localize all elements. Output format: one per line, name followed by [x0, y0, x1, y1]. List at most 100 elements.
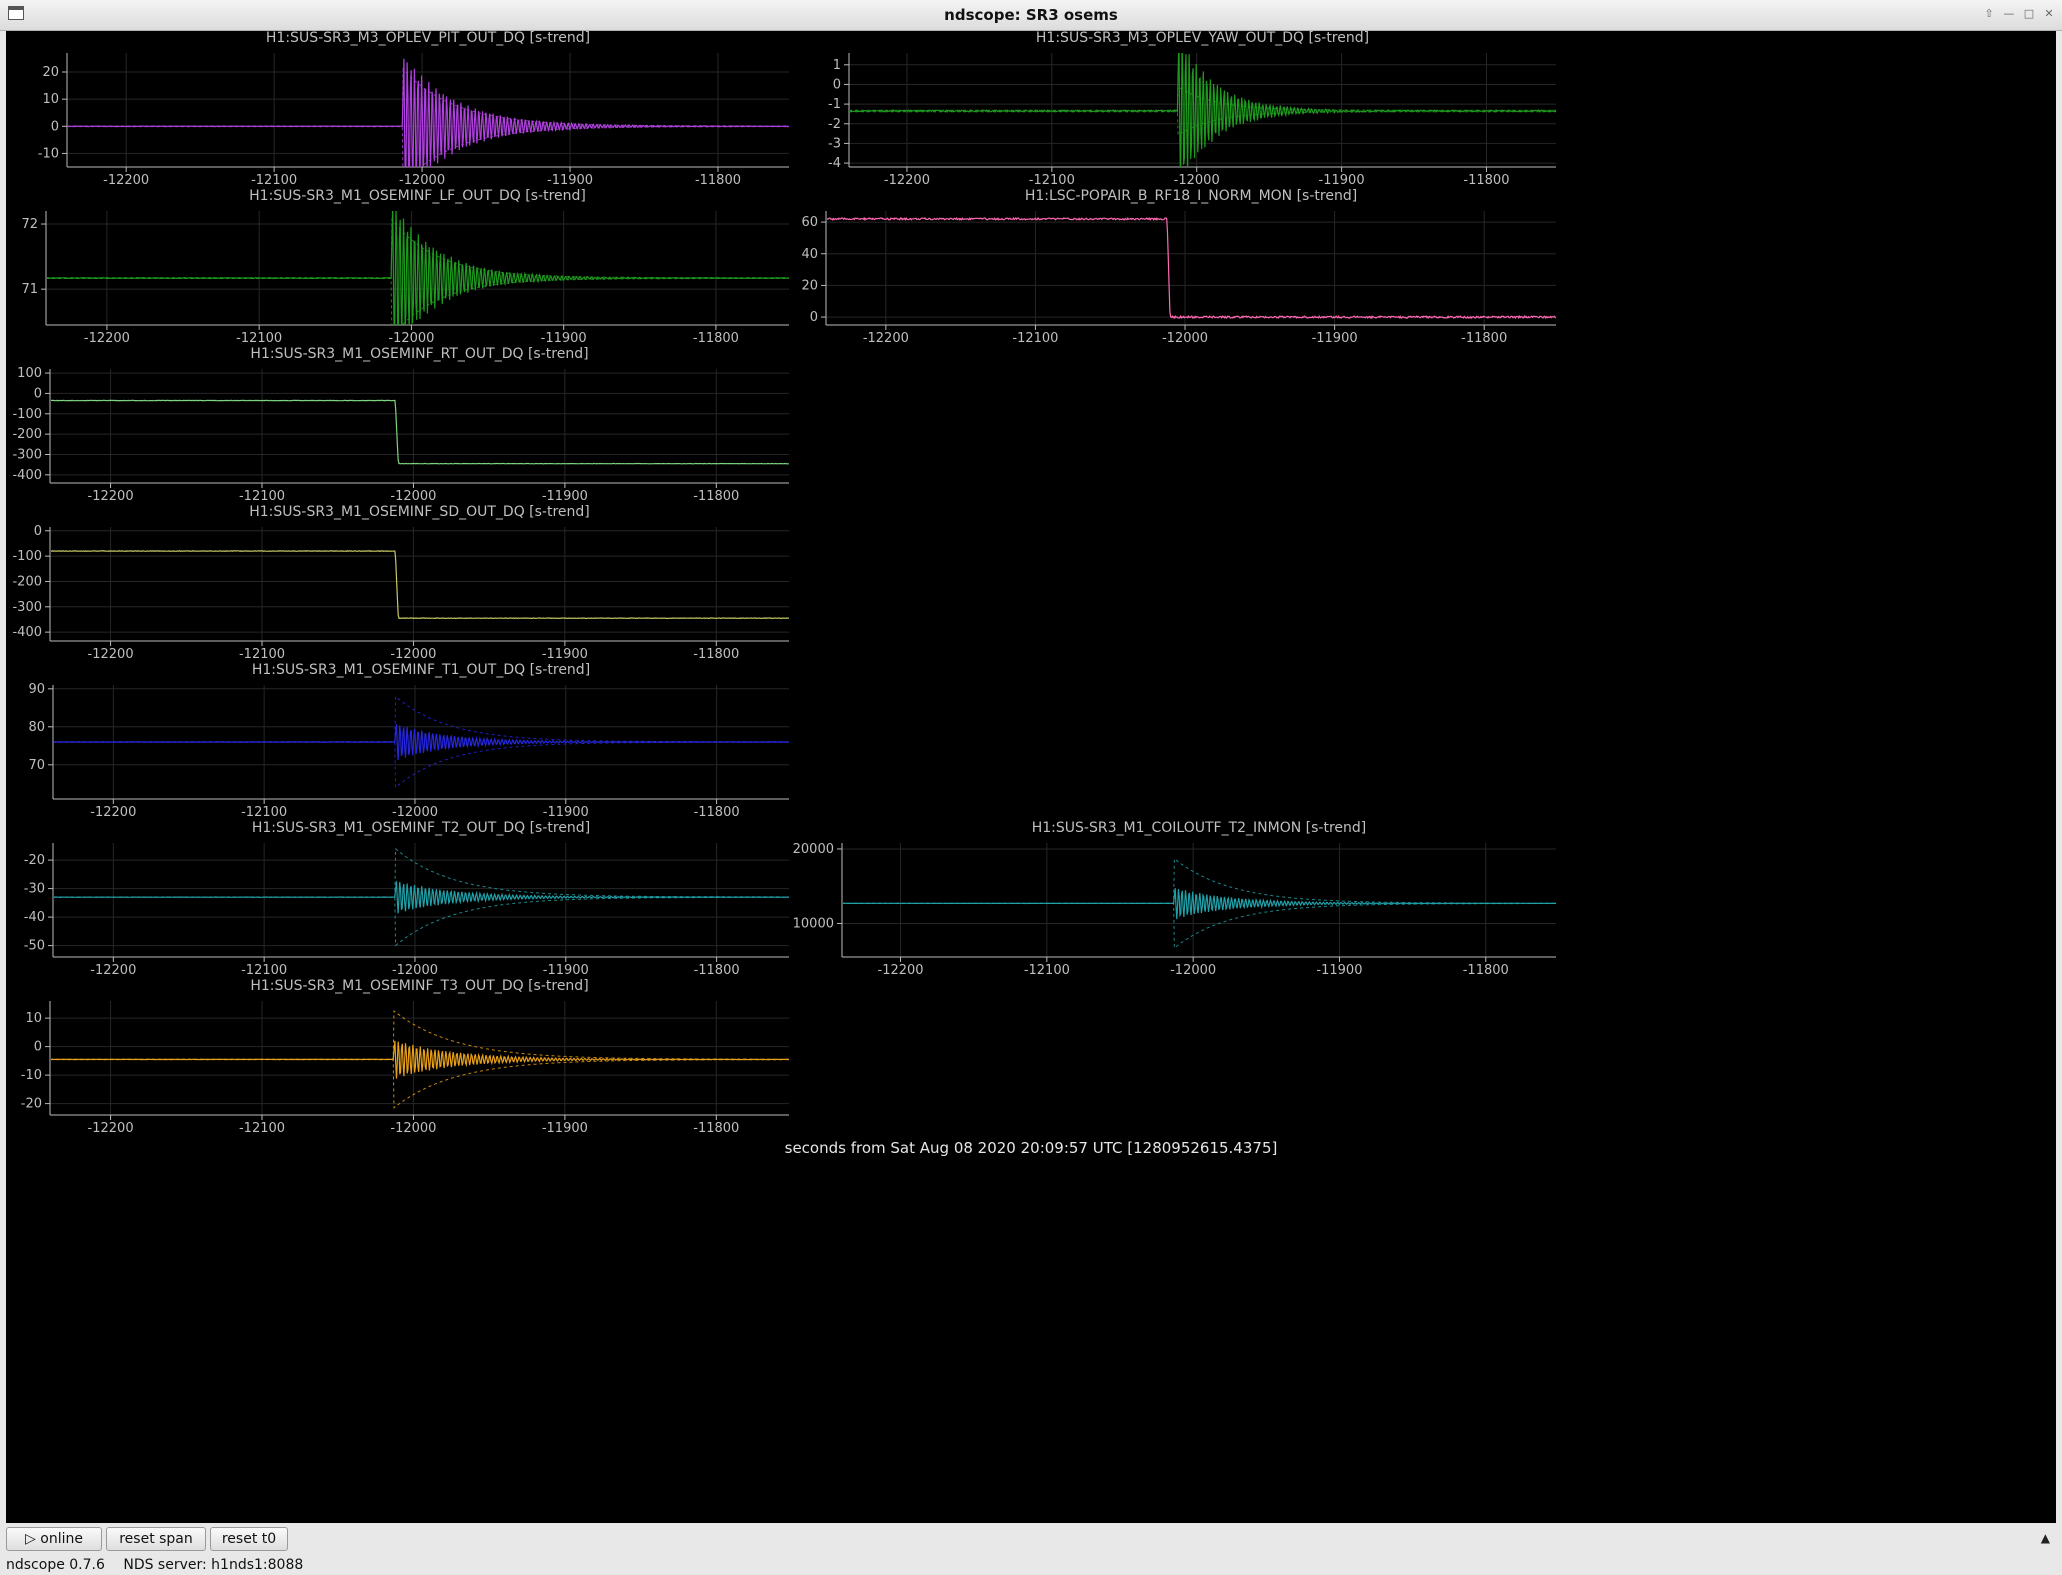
- x-tick-label: -11800: [1463, 963, 1509, 978]
- window-title: ndscope: SR3 osems: [944, 6, 1118, 24]
- series-line: [850, 53, 1556, 167]
- series-group: [47, 211, 789, 325]
- x-tick-label: -12100: [236, 331, 282, 346]
- x-tick-label: -12000: [1170, 963, 1216, 978]
- x-tick-label: -11800: [693, 1121, 739, 1136]
- x-tick-label: -12100: [239, 489, 285, 504]
- maximize-icon[interactable]: □: [2022, 7, 2036, 21]
- control-bar: ▷ online reset span reset t0 ▲ ndscope 0…: [0, 1523, 2062, 1575]
- y-tick-label: 71: [21, 282, 38, 297]
- x-tick-label: -11900: [542, 1121, 588, 1136]
- y-tick-label: 90: [28, 682, 45, 697]
- chart-title: H1:SUS-SR3_M1_OSEMINF_T3_OUT_DQ [s-trend…: [250, 978, 588, 994]
- series-line: [47, 211, 789, 325]
- y-tick-label: -10: [38, 146, 59, 161]
- x-tick-label: -11900: [547, 173, 593, 188]
- x-tick-label: -12100: [1029, 173, 1075, 188]
- y-tick-label: -100: [12, 407, 42, 422]
- series-line: [54, 881, 789, 914]
- y-tick-label: -10: [21, 1068, 42, 1083]
- x-tick-label: -11900: [1312, 331, 1358, 346]
- y-tick-label: -20: [24, 853, 45, 868]
- y-tick-label: -3: [828, 136, 841, 151]
- y-tick-label: -30: [24, 882, 45, 897]
- chart-panel: H1:SUS-SR3_M1_COILOUTF_T2_INMON [s-trend…: [793, 820, 1556, 978]
- chart-panel: H1:SUS-SR3_M1_OSEMINF_LF_OUT_DQ [s-trend…: [21, 188, 789, 346]
- y-tick-label: -4: [828, 156, 841, 171]
- chart-title: H1:LSC-POPAIR_B_RF18_I_NORM_MON [s-trend…: [1025, 188, 1357, 204]
- x-tick-label: -11800: [693, 489, 739, 504]
- x-tick-label: -12200: [103, 173, 149, 188]
- series-min-envelope: [54, 896, 789, 947]
- series-line: [51, 550, 789, 620]
- y-tick-label: 0: [51, 119, 59, 134]
- x-tick-label: -12000: [1174, 173, 1220, 188]
- online-button[interactable]: ▷ online: [6, 1527, 102, 1551]
- y-tick-label: -50: [24, 939, 45, 954]
- plot-area[interactable]: H1:SUS-SR3_M3_OPLEV_PIT_OUT_DQ [s-trend]…: [6, 31, 2056, 1523]
- x-tick-label: -12200: [90, 963, 136, 978]
- chart-title: H1:SUS-SR3_M1_OSEMINF_T1_OUT_DQ [s-trend…: [252, 662, 590, 678]
- chart-panel: H1:SUS-SR3_M3_OPLEV_PIT_OUT_DQ [s-trend]…: [38, 31, 789, 188]
- y-tick-label: -2: [828, 117, 841, 132]
- chart-title: H1:SUS-SR3_M3_OPLEV_PIT_OUT_DQ [s-trend]: [266, 31, 590, 46]
- x-tick-label: -12000: [1162, 331, 1208, 346]
- x-tick-label: -11900: [543, 805, 589, 820]
- plot-canvas[interactable]: H1:SUS-SR3_M3_OPLEV_PIT_OUT_DQ [s-trend]…: [6, 31, 2056, 1523]
- y-tick-label: 0: [810, 310, 818, 325]
- y-tick-label: 20000: [793, 842, 834, 857]
- x-tick-label: -11800: [694, 963, 740, 978]
- x-tick-label: -12000: [390, 489, 436, 504]
- chart-panel: H1:SUS-SR3_M1_OSEMINF_T1_OUT_DQ [s-trend…: [28, 662, 789, 820]
- x-tick-label: -12000: [392, 963, 438, 978]
- x-tick-label: -11800: [695, 173, 741, 188]
- chart-title: H1:SUS-SR3_M1_COILOUTF_T2_INMON [s-trend…: [1032, 820, 1367, 836]
- online-button-label: online: [40, 1531, 83, 1547]
- y-tick-label: -100: [12, 549, 42, 564]
- x-tick-label: -11900: [542, 489, 588, 504]
- x-tick-label: -12000: [390, 1121, 436, 1136]
- reset-t0-button[interactable]: reset t0: [210, 1527, 288, 1551]
- y-tick-label: -400: [12, 625, 42, 640]
- y-tick-label: -20: [21, 1097, 42, 1112]
- chart-title: H1:SUS-SR3_M1_OSEMINF_SD_OUT_DQ [s-trend…: [249, 504, 590, 520]
- x-axis-label: seconds from Sat Aug 08 2020 20:09:57 UT…: [785, 1139, 1278, 1157]
- y-tick-label: 40: [801, 247, 818, 262]
- series-line: [54, 724, 789, 761]
- chart-panel: H1:SUS-SR3_M1_OSEMINF_RT_OUT_DQ [s-trend…: [12, 346, 789, 504]
- y-tick-label: -200: [12, 574, 42, 589]
- x-tick-label: -11900: [541, 331, 587, 346]
- play-icon: ▷: [25, 1531, 36, 1547]
- chart-panel: H1:LSC-POPAIR_B_RF18_I_NORM_MON [s-trend…: [801, 188, 1556, 346]
- y-tick-label: 10: [25, 1011, 42, 1026]
- y-tick-label: 10: [42, 92, 59, 107]
- series-line: [843, 888, 1556, 920]
- y-tick-label: -1: [828, 97, 841, 112]
- status-bar: ndscope 0.7.6 NDS server: h1nds1:8088: [6, 1557, 317, 1573]
- y-tick-label: 0: [34, 386, 42, 401]
- y-tick-label: 1: [833, 58, 841, 73]
- x-tick-label: -11800: [694, 805, 740, 820]
- x-tick-label: -11900: [1316, 963, 1362, 978]
- x-tick-label: -11900: [543, 963, 589, 978]
- x-tick-label: -12200: [884, 173, 930, 188]
- y-tick-label: -200: [12, 427, 42, 442]
- window-titlebar[interactable]: ndscope: SR3 osems ⇧ — □ ✕: [0, 0, 2062, 31]
- y-tick-label: 70: [28, 758, 45, 773]
- keep-above-icon[interactable]: ⇧: [1982, 7, 1996, 21]
- close-icon[interactable]: ✕: [2042, 7, 2056, 21]
- reset-span-button[interactable]: reset span: [106, 1527, 206, 1551]
- y-tick-label: 60: [801, 215, 818, 230]
- y-tick-label: 20: [801, 278, 818, 293]
- series-group: [51, 1010, 789, 1109]
- minimize-icon[interactable]: —: [2002, 7, 2016, 21]
- x-tick-label: -12100: [1024, 963, 1070, 978]
- y-tick-label: 10000: [793, 916, 834, 931]
- x-tick-label: -12100: [251, 173, 297, 188]
- y-tick-label: 0: [833, 77, 841, 92]
- collapse-icon[interactable]: ▲: [2041, 1531, 2050, 1545]
- x-tick-label: -12100: [239, 1121, 285, 1136]
- x-tick-label: -12100: [241, 963, 287, 978]
- x-tick-label: -12200: [863, 331, 909, 346]
- y-tick-label: -300: [12, 600, 42, 615]
